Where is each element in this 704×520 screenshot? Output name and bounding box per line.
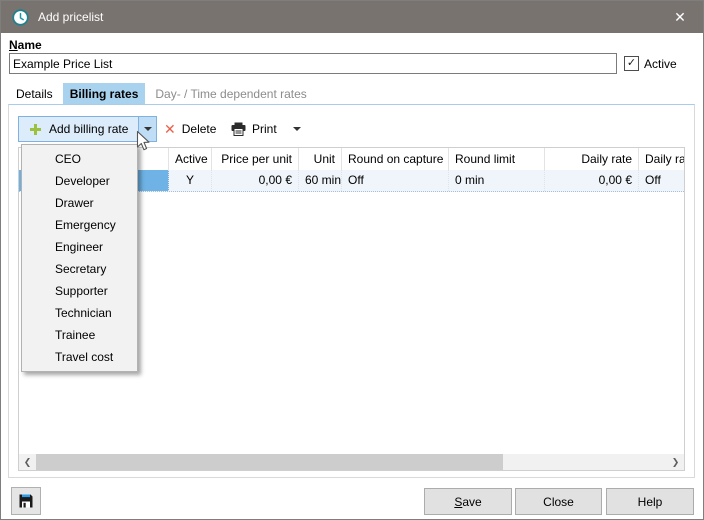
cell-price-per-unit[interactable]: 0,00 € bbox=[212, 170, 299, 191]
menu-item[interactable]: Trainee bbox=[22, 324, 137, 346]
close-button-label: Close bbox=[516, 495, 601, 509]
menu-item[interactable]: Drawer bbox=[22, 192, 137, 214]
scrollbar-track[interactable] bbox=[503, 454, 667, 470]
print-button[interactable]: Print bbox=[225, 118, 283, 140]
scrollbar-thumb[interactable] bbox=[36, 454, 503, 470]
print-label: Print bbox=[252, 122, 277, 136]
column-header-unit[interactable]: Unit bbox=[299, 148, 342, 170]
menu-item[interactable]: Technician bbox=[22, 302, 137, 324]
window-title: Add pricelist bbox=[38, 10, 103, 24]
add-pricelist-dialog: Add pricelist ✕ Name ✓ Active Details Bi… bbox=[0, 0, 704, 520]
column-header-active[interactable]: Active bbox=[169, 148, 212, 170]
active-checkbox[interactable]: ✓ Active bbox=[624, 56, 677, 71]
column-header-daily-rate-2[interactable]: Daily rate bbox=[639, 148, 684, 170]
active-checkbox-label: Active bbox=[644, 57, 677, 71]
scroll-right-icon[interactable]: ❯ bbox=[667, 454, 684, 470]
title-bar: Add pricelist ✕ bbox=[1, 1, 703, 33]
save-icon-button[interactable] bbox=[11, 487, 41, 515]
save-button-label: Save bbox=[425, 495, 511, 509]
cell-daily-rate-2[interactable]: Off bbox=[639, 170, 684, 191]
tab-strip: Details Billing rates Day- / Time depend… bbox=[9, 83, 317, 104]
menu-item[interactable]: Emergency bbox=[22, 214, 137, 236]
menu-item[interactable]: Secretary bbox=[22, 258, 137, 280]
menu-item[interactable]: Developer bbox=[22, 170, 137, 192]
horizontal-scrollbar[interactable]: ❮ ❯ bbox=[19, 454, 684, 470]
column-header-price-per-unit[interactable]: Price per unit bbox=[212, 148, 299, 170]
column-header-round-on-capture[interactable]: Round on capture bbox=[342, 148, 449, 170]
tab-day-time-dependent-rates[interactable]: Day- / Time dependent rates bbox=[148, 83, 313, 104]
save-button[interactable]: Save bbox=[424, 488, 512, 515]
close-button[interactable]: Close bbox=[515, 488, 602, 515]
tab-billing-rates[interactable]: Billing rates bbox=[63, 83, 146, 104]
close-icon[interactable]: ✕ bbox=[657, 1, 703, 33]
add-billing-rate-split-button[interactable]: Add billing rate bbox=[18, 116, 157, 142]
menu-item[interactable]: Engineer bbox=[22, 236, 137, 258]
menu-item[interactable]: Travel cost bbox=[22, 346, 137, 368]
chevron-down-icon bbox=[144, 127, 152, 131]
checkbox-check-icon[interactable]: ✓ bbox=[624, 56, 639, 71]
add-billing-rate-label: Add billing rate bbox=[49, 122, 128, 136]
cell-unit[interactable]: 60 min bbox=[299, 170, 342, 191]
plus-icon bbox=[29, 123, 42, 136]
floppy-disk-icon bbox=[18, 493, 34, 509]
cell-round-on-capture[interactable]: Off bbox=[342, 170, 449, 191]
menu-item[interactable]: CEO bbox=[22, 148, 137, 170]
name-input[interactable] bbox=[9, 53, 617, 74]
scroll-left-icon[interactable]: ❮ bbox=[19, 454, 36, 470]
cell-round-limit[interactable]: 0 min bbox=[449, 170, 545, 191]
add-billing-rate-dropdown-button[interactable] bbox=[139, 116, 157, 142]
add-billing-rate-button[interactable]: Add billing rate bbox=[18, 116, 139, 142]
column-header-round-limit[interactable]: Round limit bbox=[449, 148, 545, 170]
column-header-daily-rate[interactable]: Daily rate bbox=[545, 148, 639, 170]
delete-button[interactable]: ✕ Delete bbox=[158, 118, 222, 140]
clock-icon bbox=[12, 9, 29, 26]
cell-daily-rate[interactable]: 0,00 € bbox=[545, 170, 639, 191]
help-button-label: Help bbox=[607, 495, 693, 509]
delete-x-icon: ✕ bbox=[164, 122, 176, 136]
print-chevron-down-icon[interactable] bbox=[293, 127, 301, 131]
add-billing-rate-menu: CEO Developer Drawer Emergency Engineer … bbox=[21, 144, 138, 372]
printer-icon bbox=[231, 122, 246, 136]
tab-details[interactable]: Details bbox=[9, 83, 60, 104]
help-button[interactable]: Help bbox=[606, 488, 694, 515]
cell-active[interactable]: Y bbox=[169, 170, 212, 191]
delete-label: Delete bbox=[182, 122, 217, 136]
name-label: Name bbox=[9, 38, 42, 52]
menu-item[interactable]: Supporter bbox=[22, 280, 137, 302]
